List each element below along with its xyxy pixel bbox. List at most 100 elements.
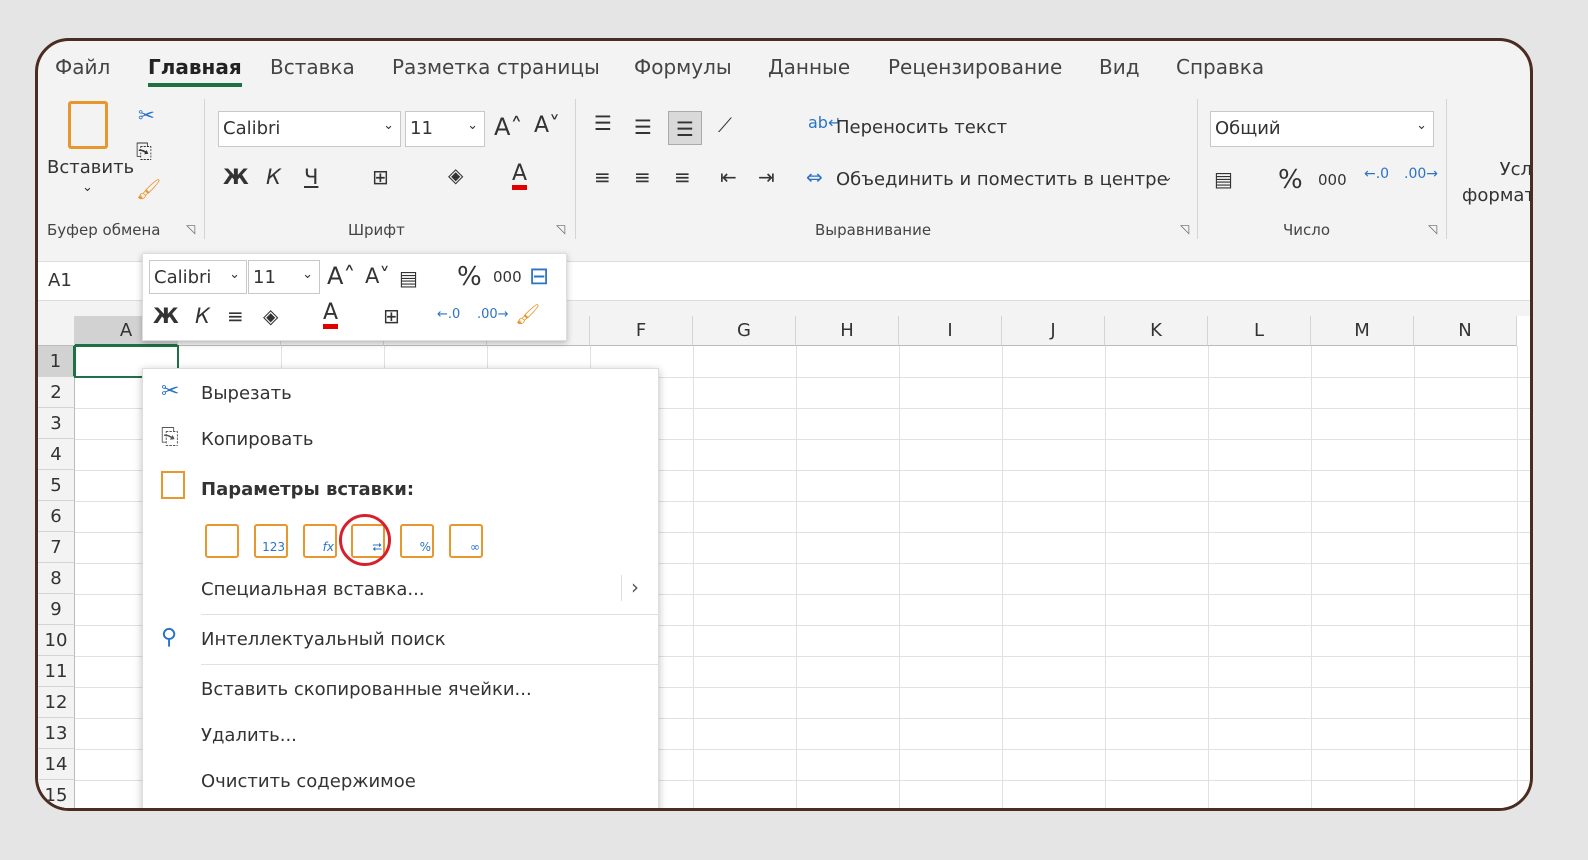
underline-button[interactable]: Ч bbox=[304, 165, 318, 189]
row-header-6[interactable]: 6 bbox=[38, 501, 75, 532]
merge-center-icon[interactable]: ⇔ bbox=[806, 167, 823, 187]
mini-size-select[interactable]: 11 ⌄ bbox=[248, 260, 320, 294]
tab-help[interactable]: Справка bbox=[1176, 55, 1264, 79]
column-header-L[interactable]: L bbox=[1208, 316, 1311, 346]
merge-center-button[interactable]: Объединить и поместить в центре bbox=[836, 169, 1168, 190]
row-header-12[interactable]: 12 bbox=[38, 687, 75, 718]
tab-review[interactable]: Рецензирование bbox=[888, 55, 1062, 79]
font-name-select[interactable]: Calibri ⌄ bbox=[218, 111, 401, 147]
align-top-icon[interactable]: ☰ bbox=[594, 113, 612, 133]
fill-color-icon[interactable]: ◈ bbox=[263, 306, 278, 326]
row-header-5[interactable]: 5 bbox=[38, 470, 75, 501]
row-header-4[interactable]: 4 bbox=[38, 439, 75, 470]
row-header-2[interactable]: 2 bbox=[38, 377, 75, 408]
borders-icon[interactable]: ⊞ bbox=[383, 306, 400, 326]
column-header-I[interactable]: I bbox=[899, 316, 1002, 346]
align-left-icon[interactable]: ≡ bbox=[594, 167, 611, 187]
row-header-14[interactable]: 14 bbox=[38, 749, 75, 780]
menu-item-cut[interactable]: Вырезать bbox=[201, 383, 292, 404]
row-header-15[interactable]: 15 bbox=[38, 780, 75, 808]
currency-format-icon[interactable]: ▤ bbox=[1214, 169, 1233, 189]
row-header-9[interactable]: 9 bbox=[38, 594, 75, 625]
decrease-decimal-icon[interactable]: .00→ bbox=[477, 308, 509, 321]
percent-button[interactable]: % bbox=[457, 262, 482, 292]
menu-item-copy[interactable]: Копировать bbox=[201, 429, 313, 450]
row-header-13[interactable]: 13 bbox=[38, 718, 75, 749]
column-header-N[interactable]: N bbox=[1414, 316, 1517, 346]
paste-icon[interactable] bbox=[205, 524, 239, 558]
wrap-text-button[interactable]: Переносить текст bbox=[836, 117, 1007, 138]
dialog-launcher-icon[interactable]: ◹ bbox=[1428, 222, 1437, 236]
align-middle-icon[interactable]: ☰ bbox=[634, 117, 652, 137]
increase-decimal-icon[interactable]: ←.0 bbox=[437, 308, 460, 321]
align-right-icon[interactable]: ≡ bbox=[674, 167, 691, 187]
font-size-select[interactable]: 11 ⌄ bbox=[405, 111, 485, 147]
increase-indent-icon[interactable]: ⇥ bbox=[758, 167, 775, 187]
bold-button[interactable]: Ж bbox=[223, 165, 249, 189]
dialog-launcher-icon[interactable]: ◹ bbox=[1180, 222, 1189, 236]
row-header-10[interactable]: 10 bbox=[38, 625, 75, 656]
menu-item-delete[interactable]: Удалить... bbox=[201, 725, 297, 746]
tab-view[interactable]: Вид bbox=[1099, 55, 1140, 79]
font-color-icon[interactable]: A bbox=[323, 302, 339, 329]
column-header-M[interactable]: M bbox=[1311, 316, 1414, 346]
menu-item-insert-copied[interactable]: Вставить скопированные ячейки... bbox=[201, 679, 532, 700]
orientation-icon[interactable]: ⟋ bbox=[718, 115, 732, 135]
mini-font-select[interactable]: Calibri ⌄ bbox=[149, 260, 247, 294]
column-header-F[interactable]: F bbox=[590, 316, 693, 346]
tab-insert[interactable]: Вставка bbox=[270, 55, 355, 79]
paste-formulas-icon[interactable]: fx bbox=[303, 524, 337, 558]
column-header-G[interactable]: G bbox=[693, 316, 796, 346]
row-header-7[interactable]: 7 bbox=[38, 532, 75, 563]
bold-button[interactable]: Ж bbox=[153, 304, 179, 328]
dialog-launcher-icon[interactable]: ◹ bbox=[556, 222, 565, 236]
fill-color-icon[interactable]: ◈ bbox=[448, 165, 463, 185]
paste-button[interactable]: Вставить bbox=[47, 157, 134, 178]
tab-home[interactable]: Главная bbox=[148, 55, 242, 87]
percent-button[interactable]: % bbox=[1278, 165, 1303, 195]
menu-item-smart-lookup[interactable]: Интеллектуальный поиск bbox=[201, 629, 446, 650]
increase-font-icon[interactable]: A˄ bbox=[494, 115, 522, 139]
chevron-right-icon[interactable]: › bbox=[631, 575, 639, 599]
decrease-indent-icon[interactable]: ⇤ bbox=[720, 167, 737, 187]
row-header-3[interactable]: 3 bbox=[38, 408, 75, 439]
dialog-launcher-icon[interactable]: ◹ bbox=[186, 222, 195, 236]
select-all-corner[interactable] bbox=[38, 316, 75, 346]
scissors-icon[interactable]: ✂ bbox=[138, 105, 155, 125]
paste-icon[interactable] bbox=[68, 101, 108, 149]
copy-icon[interactable]: ⎘ bbox=[136, 141, 152, 161]
format-painter-icon[interactable]: 🖌 bbox=[136, 179, 161, 199]
menu-item-clear[interactable]: Очистить содержимое bbox=[201, 771, 416, 792]
thousands-button[interactable]: 000 bbox=[1318, 171, 1347, 189]
tab-formulas[interactable]: Формулы bbox=[634, 55, 732, 79]
decrease-font-icon[interactable]: A˅ bbox=[534, 115, 560, 137]
decrease-font-icon[interactable]: A˅ bbox=[365, 266, 390, 287]
borders-icon[interactable]: ⊞ bbox=[372, 167, 389, 187]
row-header-1[interactable]: 1 bbox=[38, 346, 75, 377]
paste-formatting-icon[interactable]: % bbox=[400, 524, 434, 558]
tab-page-layout[interactable]: Разметка страницы bbox=[392, 55, 600, 79]
italic-button[interactable]: К bbox=[266, 165, 281, 189]
increase-decimal-icon[interactable]: ←.0 bbox=[1364, 167, 1389, 181]
cell-styles-icon[interactable]: ▤ bbox=[399, 268, 418, 288]
row-header-11[interactable]: 11 bbox=[38, 656, 75, 687]
align-center-icon[interactable]: ≡ bbox=[634, 167, 651, 187]
paste-values-icon[interactable]: 123 bbox=[254, 524, 288, 558]
increase-font-icon[interactable]: A˄ bbox=[327, 264, 355, 288]
row-header-8[interactable]: 8 bbox=[38, 563, 75, 594]
column-header-H[interactable]: H bbox=[796, 316, 899, 346]
chevron-down-icon[interactable]: ⌄ bbox=[1162, 171, 1173, 184]
font-color-icon[interactable]: A bbox=[512, 163, 528, 190]
align-center-icon[interactable]: ≡ bbox=[227, 306, 244, 326]
column-header-J[interactable]: J bbox=[1002, 316, 1105, 346]
align-bottom-icon[interactable]: ☰ bbox=[668, 111, 702, 145]
name-box[interactable]: A1 bbox=[48, 270, 72, 291]
chevron-down-icon[interactable]: ⌄ bbox=[82, 181, 93, 194]
thousands-button[interactable]: 000 bbox=[493, 268, 522, 286]
tab-data[interactable]: Данные bbox=[768, 55, 850, 79]
number-format-select[interactable]: Общий ⌄ bbox=[1210, 111, 1434, 147]
paste-link-icon[interactable]: ∞ bbox=[449, 524, 483, 558]
merge-center-icon[interactable]: ⊟ bbox=[529, 264, 549, 288]
tab-file[interactable]: Файл bbox=[55, 55, 110, 79]
decrease-decimal-icon[interactable]: .00→ bbox=[1404, 167, 1438, 181]
